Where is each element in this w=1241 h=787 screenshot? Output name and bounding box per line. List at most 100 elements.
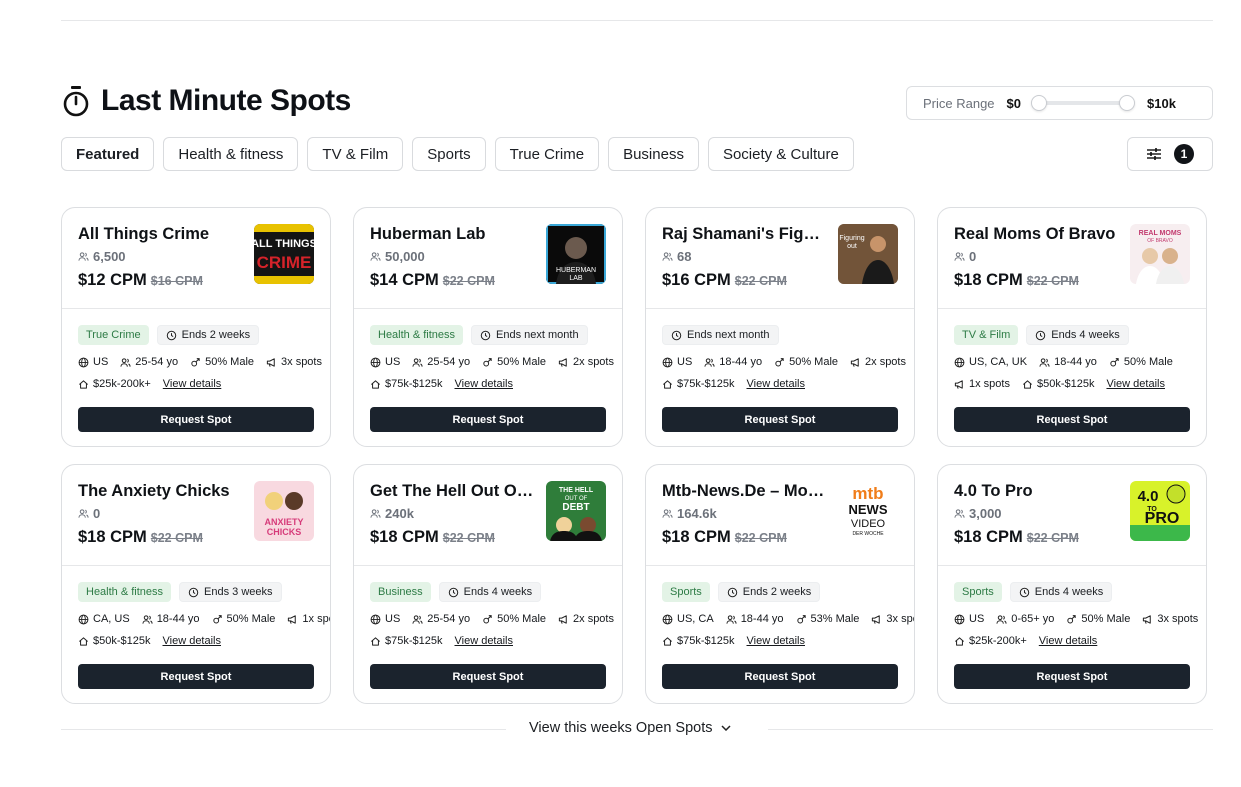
advanced-filter-button[interactable]: 1: [1127, 137, 1213, 171]
cpm-price: $18 CPM $22 CPM: [954, 528, 1079, 547]
podcast-card-all-things-crime[interactable]: All Things Crime 6,500 $12 CPM $16 CPM ALL T…: [61, 207, 331, 447]
audience-icon: [78, 251, 89, 262]
spots-meta: 1x spots: [954, 378, 1010, 390]
income-label: $75k-$125k: [385, 378, 443, 390]
cpm-price: $18 CPM $22 CPM: [954, 271, 1079, 290]
users-icon: [412, 614, 423, 625]
request-spot-button[interactable]: Request Spot: [78, 664, 314, 689]
filter-featured[interactable]: Featured: [61, 137, 155, 171]
filter-true-crime[interactable]: True Crime: [494, 137, 600, 171]
geo-label: US, CA: [677, 613, 714, 625]
cpm-price: $16 CPM $22 CPM: [662, 271, 787, 290]
view-details-link[interactable]: View details: [747, 378, 806, 390]
price-range-filter[interactable]: Price Range $0 $10k: [906, 86, 1213, 120]
spots-label: 2x spots: [865, 356, 906, 368]
filter-sports[interactable]: Sports: [412, 137, 486, 171]
category-tag: Business: [370, 582, 431, 602]
filter-health-fitness[interactable]: Health & fitness: [163, 137, 299, 171]
price-range-label: Price Range: [923, 95, 995, 111]
age-meta: 25-54 yo: [412, 613, 470, 625]
income-label: $25k-200k+: [969, 635, 1027, 647]
audience-label: 50,000: [385, 249, 425, 264]
ends-tag: Ends 2 weeks: [156, 325, 260, 345]
income-label: $75k-$125k: [677, 378, 735, 390]
podcast-card-get-the-hell-out-of-debt[interactable]: Get The Hell Out Of Debt 240k $18 CPM$22 C…: [353, 464, 623, 704]
category-tag: Health & fitness: [78, 582, 172, 602]
audience-label: 3,000: [969, 506, 1002, 521]
geo-label: US: [385, 613, 401, 625]
request-spot-button[interactable]: Request Spot: [954, 407, 1190, 432]
audience-size: 0: [954, 249, 976, 264]
meta-row-1: US 25-54 yo 50% Male 3x spots: [78, 356, 322, 368]
current-cpm: $18 CPM: [662, 528, 731, 546]
view-details-link[interactable]: View details: [747, 635, 806, 647]
megaphone-icon: [266, 357, 277, 368]
gender-icon: [1109, 357, 1120, 368]
audience-size: 68: [662, 249, 691, 264]
audience-size: 6,500: [78, 249, 126, 264]
request-spot-button[interactable]: Request Spot: [370, 664, 606, 689]
gender-meta: 50% Male: [1109, 356, 1173, 368]
price-range-min-handle[interactable]: [1031, 95, 1048, 111]
megaphone-icon: [287, 614, 298, 625]
current-cpm: $18 CPM: [370, 528, 439, 546]
gender-meta: 50% Male: [774, 356, 838, 368]
filter-tv-film[interactable]: TV & Film: [307, 137, 404, 171]
podcast-card-raj-shamani-s-figuring-out[interactable]: Raj Shamani's Figuring Out 68 $16 CPM$22 C…: [645, 207, 915, 447]
age-label: 18-44 yo: [719, 356, 763, 368]
meta-row-2: $75k-$125k View details: [370, 635, 610, 647]
users-icon: [996, 614, 1007, 625]
view-details-link[interactable]: View details: [455, 635, 514, 647]
request-spot-button[interactable]: Request Spot: [954, 664, 1190, 689]
podcast-cover-image: ALL THINGS CRIME: [254, 224, 314, 284]
request-spot-button[interactable]: Request Spot: [78, 407, 314, 432]
filter-business[interactable]: Business: [608, 137, 699, 171]
clock-icon: [166, 330, 177, 341]
card-header: The Anxiety Chicks 0 $18 CPM $22 CPM ANXIETY…: [62, 465, 330, 566]
price-range-slider[interactable]: [1031, 95, 1136, 111]
income-meta: $75k-$125k: [662, 635, 735, 647]
meta-row-2: $25k-200k+ View details: [954, 635, 1194, 647]
view-details-link[interactable]: View details: [1106, 378, 1165, 390]
request-spot-button[interactable]: Request Spot: [662, 407, 898, 432]
ends-tag: Ends 3 weeks: [179, 582, 282, 602]
podcast-card-real-moms-of-bravo[interactable]: Real Moms Of Bravo 0 $18 CPM $22 CPM REAL MO…: [937, 207, 1207, 447]
view-details-link[interactable]: View details: [1039, 635, 1098, 647]
card-header: All Things Crime 6,500 $12 CPM $16 CPM ALL T…: [62, 208, 330, 309]
ends-label: Ends next month: [496, 329, 579, 341]
geo-meta: US: [954, 613, 984, 625]
view-details-link[interactable]: View details: [163, 635, 222, 647]
users-icon: [142, 614, 153, 625]
income-label: $50k-$125k: [93, 635, 151, 647]
thumb-text: DER WOCHE: [852, 531, 884, 537]
megaphone-icon: [871, 614, 882, 625]
home-icon: [662, 636, 673, 647]
gender-icon: [212, 614, 223, 625]
age-meta: 18-44 yo: [704, 356, 762, 368]
audience-icon: [954, 508, 965, 519]
income-meta: $25k-200k+: [78, 378, 151, 390]
view-open-spots-link[interactable]: View this weeks Open Spots: [529, 720, 731, 736]
original-cpm: $22 CPM: [1026, 531, 1079, 545]
age-label: 25-54 yo: [427, 613, 471, 625]
request-spot-button[interactable]: Request Spot: [662, 664, 898, 689]
view-details-link[interactable]: View details: [455, 378, 514, 390]
age-meta: 0-65+ yo: [996, 613, 1054, 625]
podcast-card-the-anxiety-chicks[interactable]: The Anxiety Chicks 0 $18 CPM $22 CPM ANXIETY…: [61, 464, 331, 704]
audience-icon: [370, 251, 381, 262]
thumb-text: PRO: [1145, 510, 1180, 527]
view-details-link[interactable]: View details: [163, 378, 222, 390]
original-cpm: $22 CPM: [734, 274, 787, 288]
current-cpm: $16 CPM: [662, 271, 731, 289]
thumb-text: DEBT: [562, 502, 589, 513]
podcast-card-huberman-lab[interactable]: Huberman Lab 50,000 $14 CPM $22 CPM HUBERMAN…: [353, 207, 623, 447]
price-range-max-handle[interactable]: [1119, 95, 1136, 111]
request-spot-button[interactable]: Request Spot: [370, 407, 606, 432]
original-cpm: $22 CPM: [442, 531, 495, 545]
ends-tag: Ends next month: [662, 325, 779, 345]
gender-icon: [482, 357, 493, 368]
podcast-card-4-0-to-pro[interactable]: 4.0 To Pro 3,000 $18 CPM $22 CPM 4.0 TO PRO Spo…: [937, 464, 1207, 704]
podcast-card-mtb-news-de-mountainbike-podcast[interactable]: Mtb-News.De – Mountainbike Podcast 164.6k…: [645, 464, 915, 704]
filter-society-culture[interactable]: Society & Culture: [707, 137, 854, 171]
spots-label: 3x spots: [886, 613, 914, 625]
